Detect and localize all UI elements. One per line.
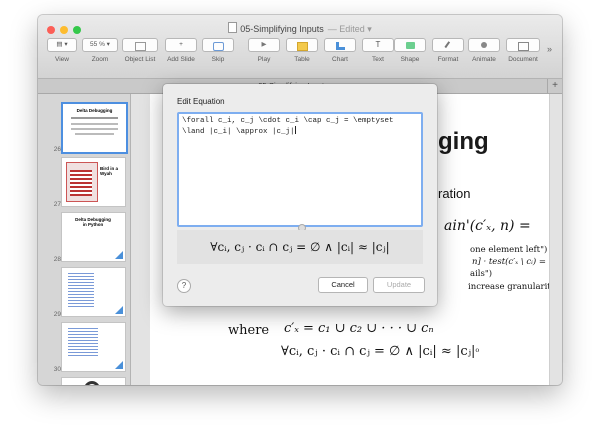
slide-thumbnail-27[interactable]: Bird in a Wyah [61,157,126,207]
text-caret [294,126,296,134]
object-list-icon[interactable] [122,38,158,52]
slide-last-formula-suffix: ⁰ [475,348,480,358]
toolbar-view[interactable]: ▤ ▾ View [47,38,77,74]
toolbar-shape-label: Shape [400,56,420,63]
latex-editor[interactable]: \forall c_i, c_j \cdot c_i \cap c_j = \e… [177,112,423,227]
animate-icon[interactable] [468,38,500,52]
equation-preview: ∀cᵢ, cⱼ · cᵢ ∩ cⱼ = ∅ ∧ |cᵢ| ≈ |cⱼ| [177,230,423,264]
latex-line-2: \land |c_i| \approx |c_j| [182,128,295,136]
text-icon[interactable]: T [362,38,394,52]
slide-line-ails[interactable]: ails") [470,269,492,279]
toolbar-skip[interactable]: Skip [202,38,234,74]
slide-line-test[interactable]: n] · test(c′ₓ \ cᵢ) = ✘ [472,257,549,267]
toolbar-add-slide-label: Add Slide [167,56,195,63]
slide-thumbnail-28[interactable]: Delta Debugging in Python [61,212,126,262]
slide-where-label[interactable]: where [228,323,269,338]
document-icon [228,22,238,33]
format-icon[interactable] [432,38,464,52]
slide-number: 30 [53,366,61,373]
shape-icon[interactable] [394,38,426,52]
play-icon[interactable]: ▶ [248,38,280,52]
slide-thumbnail-31[interactable] [61,377,126,385]
slide-last-formula-text: ∀cᵢ, cⱼ · cᵢ ∩ cⱼ = ∅ ∧ |cᵢ| ≈ |cⱼ| [281,344,476,359]
dialog-title: Edit Equation [177,97,225,106]
slide-line-one-element[interactable]: one element left") [470,245,547,255]
new-tab-button[interactable]: + [547,79,562,93]
toolbar-document-label: Document [508,56,538,63]
edited-status[interactable]: — Edited ▾ [328,24,372,34]
toolbar-text-label: Text [372,56,384,63]
slide-number: 28 [53,256,61,263]
edit-equation-dialog: Edit Equation \forall c_i, c_j \cdot c_i… [163,84,437,306]
slide-number: 29 [53,311,61,318]
slide-formula-head[interactable]: ain'(c′ₓ, n) = [444,218,531,234]
zoom-icon[interactable]: 55 % ▾ [82,38,118,52]
slide-last-formula[interactable]: ∀cᵢ, cⱼ · cᵢ ∩ cⱼ = ∅ ∧ |cᵢ| ≈ |cⱼ|⁰ [281,344,479,359]
skip-icon[interactable] [202,38,234,52]
toolbar-table[interactable]: Table [286,38,318,74]
toolbar-play[interactable]: ▶ Play [248,38,280,74]
toolbar-format[interactable]: Format [432,38,464,74]
cancel-button[interactable]: Cancel [318,277,368,293]
slide-thumbnail-26[interactable]: Delta Debugging [61,102,128,154]
toolbar-zoom[interactable]: 55 % ▾ Zoom [82,38,118,74]
toolbar-text[interactable]: T Text [362,38,394,74]
title-bar: 05-Simplifying Inputs — Edited ▾ ▤ ▾ View… [38,15,562,79]
update-button[interactable]: Update [373,277,425,293]
canvas-margin [131,94,150,385]
toolbar-table-label: Table [294,56,310,63]
thumb-side-text: Bird in a Wyah [100,166,119,176]
slide-thumbnail-30[interactable] [61,322,126,372]
toolbar-object-list[interactable]: Object List [122,38,158,74]
toolbar-object-list-label: Object List [124,56,156,63]
slide-line-granularity[interactable]: increase granularity") [468,282,549,292]
slide-where-formula[interactable]: c′ₓ = c₁ ∪ c₂ ∪ · · · ∪ cₙ [284,321,434,336]
slide-number: 27 [53,201,61,208]
toolbar-overflow-icon[interactable]: » [547,44,552,54]
toolbar-animate[interactable]: Animate [468,38,500,74]
document-icon[interactable] [506,38,540,52]
toolbar-skip-label: Skip [211,56,225,63]
thumb-title: Delta Debugging in Python [75,217,111,227]
slide-number: 26 [53,146,61,153]
toolbar-format-label: Format [437,56,459,63]
toolbar-play-label: Play [257,56,271,63]
add-slide-icon[interactable]: + [165,38,197,52]
latex-line-1: \forall c_i, c_j \cdot c_i \cap c_j = \e… [182,117,394,125]
toolbar-view-label: View [55,56,69,63]
view-icon[interactable]: ▤ ▾ [47,38,77,52]
toolbar-chart[interactable]: Chart [324,38,356,74]
table-icon[interactable] [286,38,318,52]
window-title: 05-Simplifying Inputs — Edited ▾ [38,22,562,35]
toolbar-add-slide[interactable]: + Add Slide [165,38,197,74]
slide-navigator[interactable]: Delta Debugging 26 Bird in a Wyah 27 Del… [38,94,131,385]
slide-text-ration[interactable]: ration [438,186,471,201]
toolbar-shape[interactable]: Shape [394,38,426,74]
toolbar-document[interactable]: Document [506,38,540,74]
toolbar-chart-label: Chart [332,56,348,63]
help-button[interactable]: ? [177,279,191,293]
toolbar-zoom-label: Zoom [91,56,109,63]
thumb-title: Delta Debugging [76,108,113,113]
vertical-scrollbar[interactable] [549,94,562,385]
toolbar-animate-label: Animate [472,56,496,63]
chart-icon[interactable] [324,38,356,52]
slide-title[interactable]: ging [438,128,489,156]
slide-thumbnail-29[interactable] [61,267,126,317]
